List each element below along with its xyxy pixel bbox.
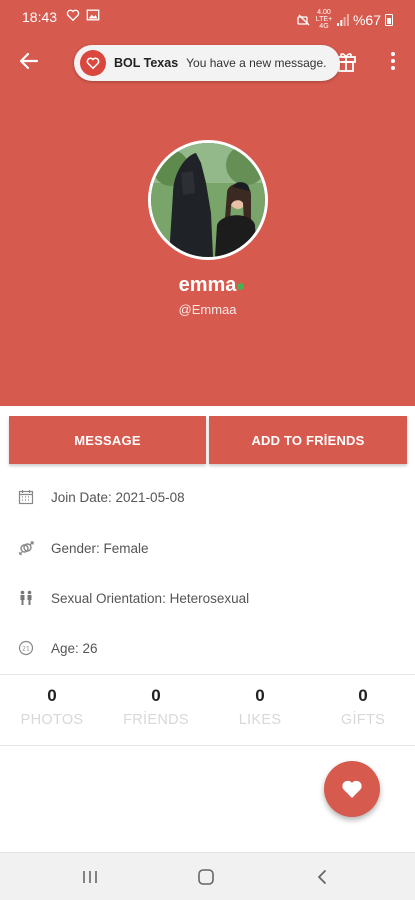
more-options-button[interactable]	[380, 46, 406, 76]
stat-gifts-count: 0	[358, 686, 368, 705]
avatar[interactable]	[148, 140, 268, 260]
home-icon	[198, 869, 214, 885]
join-date-text: Join Date: 2021-05-08	[51, 489, 185, 505]
age-row: 21 Age: 26	[0, 623, 415, 673]
online-status-indicator	[237, 283, 244, 290]
stat-likes-count: 0	[255, 686, 265, 705]
recent-apps-button[interactable]	[76, 863, 104, 891]
join-date-row: Join Date: 2021-05-08	[0, 472, 415, 522]
nav-back-button[interactable]	[308, 863, 336, 891]
stat-likes[interactable]: 0 LIKES	[208, 686, 312, 728]
gender-text: Gender: Female	[51, 540, 149, 556]
heart-icon	[86, 57, 100, 70]
battery-percent: %67	[352, 11, 381, 28]
profile-username: @Emmaa	[178, 302, 237, 317]
signal-icon	[336, 13, 349, 26]
heart-app-icon	[80, 50, 106, 76]
stats-divider-top	[0, 674, 415, 675]
profile-photo	[151, 143, 265, 257]
nav-back-icon	[318, 870, 326, 884]
toast-message: You have a new message.	[186, 56, 327, 70]
message-button[interactable]: MESSAGE	[9, 416, 206, 464]
stat-friends[interactable]: 0 FRİENDS	[104, 686, 208, 728]
back-button[interactable]	[14, 46, 44, 76]
gender-row: Gender: Female	[0, 523, 415, 573]
network-type: 4.00 LTE+ 4G	[315, 9, 333, 30]
home-button[interactable]	[192, 863, 220, 891]
stat-gifts[interactable]: 0 GİFTS	[311, 686, 415, 728]
more-vertical-icon	[391, 52, 395, 56]
like-fab-button[interactable]	[324, 761, 380, 817]
add-friend-button[interactable]: ADD TO FRİENDS	[209, 416, 407, 464]
profile-header: emma @Emmaa	[0, 90, 415, 406]
heart-icon	[342, 780, 362, 798]
image-icon	[86, 9, 100, 21]
stat-photos[interactable]: 0 PHOTOS	[0, 686, 104, 728]
stat-likes-label: LIKES	[238, 712, 282, 728]
battery-icon	[385, 13, 393, 26]
stat-photos-label: PHOTOS	[20, 712, 84, 728]
status-time: 18:43	[22, 9, 58, 25]
stat-friends-label: FRİENDS	[123, 712, 189, 728]
age-text: Age: 26	[51, 640, 98, 656]
notification-toast[interactable]: BOL Texas You have a new message.	[74, 45, 340, 81]
toast-app-name: BOL Texas	[114, 56, 179, 70]
arrow-left-icon	[19, 52, 39, 70]
heart-outline-icon	[66, 9, 80, 22]
status-bar: 18:43 4.00 LTE+ 4G %67	[0, 0, 415, 32]
gender-icon	[18, 541, 34, 556]
stat-friends-count: 0	[151, 686, 161, 705]
recent-apps-icon	[83, 871, 97, 883]
stats-divider-bottom	[0, 745, 415, 746]
network-speed: 4.00	[317, 9, 331, 16]
mute-icon	[297, 14, 310, 25]
age-icon: 21	[18, 640, 34, 656]
system-nav-bar	[0, 852, 415, 900]
stat-gifts-label: GİFTS	[340, 712, 386, 728]
network-label: LTE+ 4G	[315, 16, 333, 30]
orientation-row: Sexual Orientation: Heterosexual	[0, 573, 415, 623]
orientation-text: Sexual Orientation: Heterosexual	[51, 590, 250, 606]
status-indicators: 4.00 LTE+ 4G %67	[297, 9, 393, 30]
profile-name: emma	[178, 274, 237, 296]
svg-text:21: 21	[22, 646, 30, 653]
stat-photos-count: 0	[47, 686, 57, 705]
couple-icon	[20, 590, 32, 605]
calendar-icon	[18, 490, 34, 505]
